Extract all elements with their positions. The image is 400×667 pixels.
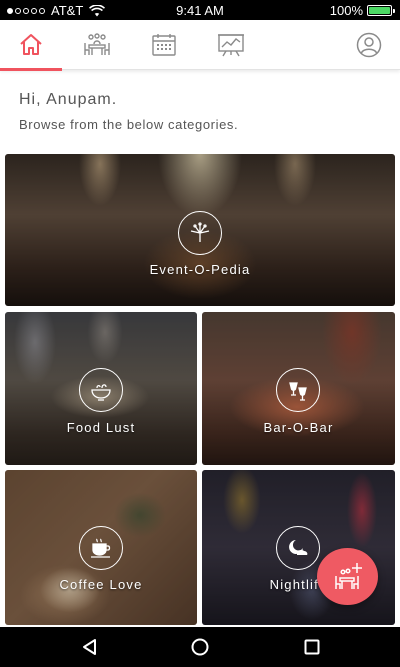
dining-table-icon	[84, 33, 110, 55]
nav-home[interactable]	[0, 20, 62, 71]
fireworks-icon	[178, 211, 222, 255]
recents-icon[interactable]	[302, 637, 322, 657]
battery-percent: 100%	[329, 3, 363, 18]
category-label: Food Lust	[66, 420, 136, 435]
moon-night-icon	[276, 526, 320, 570]
category-food-lust[interactable]: Food Lust	[5, 312, 197, 465]
nav-dining[interactable]	[66, 20, 128, 70]
greeting-title: Hi, Anupam.	[19, 91, 118, 108]
food-bowl-icon	[79, 368, 123, 412]
battery-level	[369, 7, 390, 14]
coffee-cup-icon	[79, 526, 123, 570]
calendar-icon	[152, 34, 176, 56]
category-event-o-pedia[interactable]: Event-O-Pedia	[5, 154, 395, 306]
greeting-subtitle: Browse from the below categories.	[19, 117, 239, 132]
add-reservation-fab[interactable]	[317, 548, 378, 605]
back-icon[interactable]	[79, 637, 99, 657]
category-label: Bar-O-Bar	[263, 420, 334, 435]
cocktail-glasses-icon	[276, 368, 320, 412]
status-bar: AT&T 9:41 AM 100%	[0, 0, 400, 20]
home-circle-icon[interactable]	[190, 637, 210, 657]
category-label: Coffee Love	[59, 577, 143, 592]
category-coffee-love[interactable]: Coffee Love	[5, 470, 197, 625]
android-nav-bar	[0, 627, 400, 667]
user-profile-icon	[356, 32, 382, 58]
add-table-icon	[334, 562, 362, 589]
top-nav	[0, 20, 400, 71]
category-bar-o-bar[interactable]: Bar-O-Bar	[202, 312, 395, 465]
category-nightlife[interactable]: Nightlife	[202, 470, 395, 625]
nav-profile[interactable]	[338, 20, 400, 70]
analytics-board-icon	[218, 34, 244, 57]
status-right: 100%	[329, 3, 395, 18]
nav-calendar[interactable]	[133, 20, 195, 70]
home-icon	[20, 34, 42, 55]
category-label: Event-O-Pedia	[149, 262, 251, 277]
battery-icon	[367, 5, 395, 16]
nav-analytics[interactable]	[200, 20, 262, 70]
